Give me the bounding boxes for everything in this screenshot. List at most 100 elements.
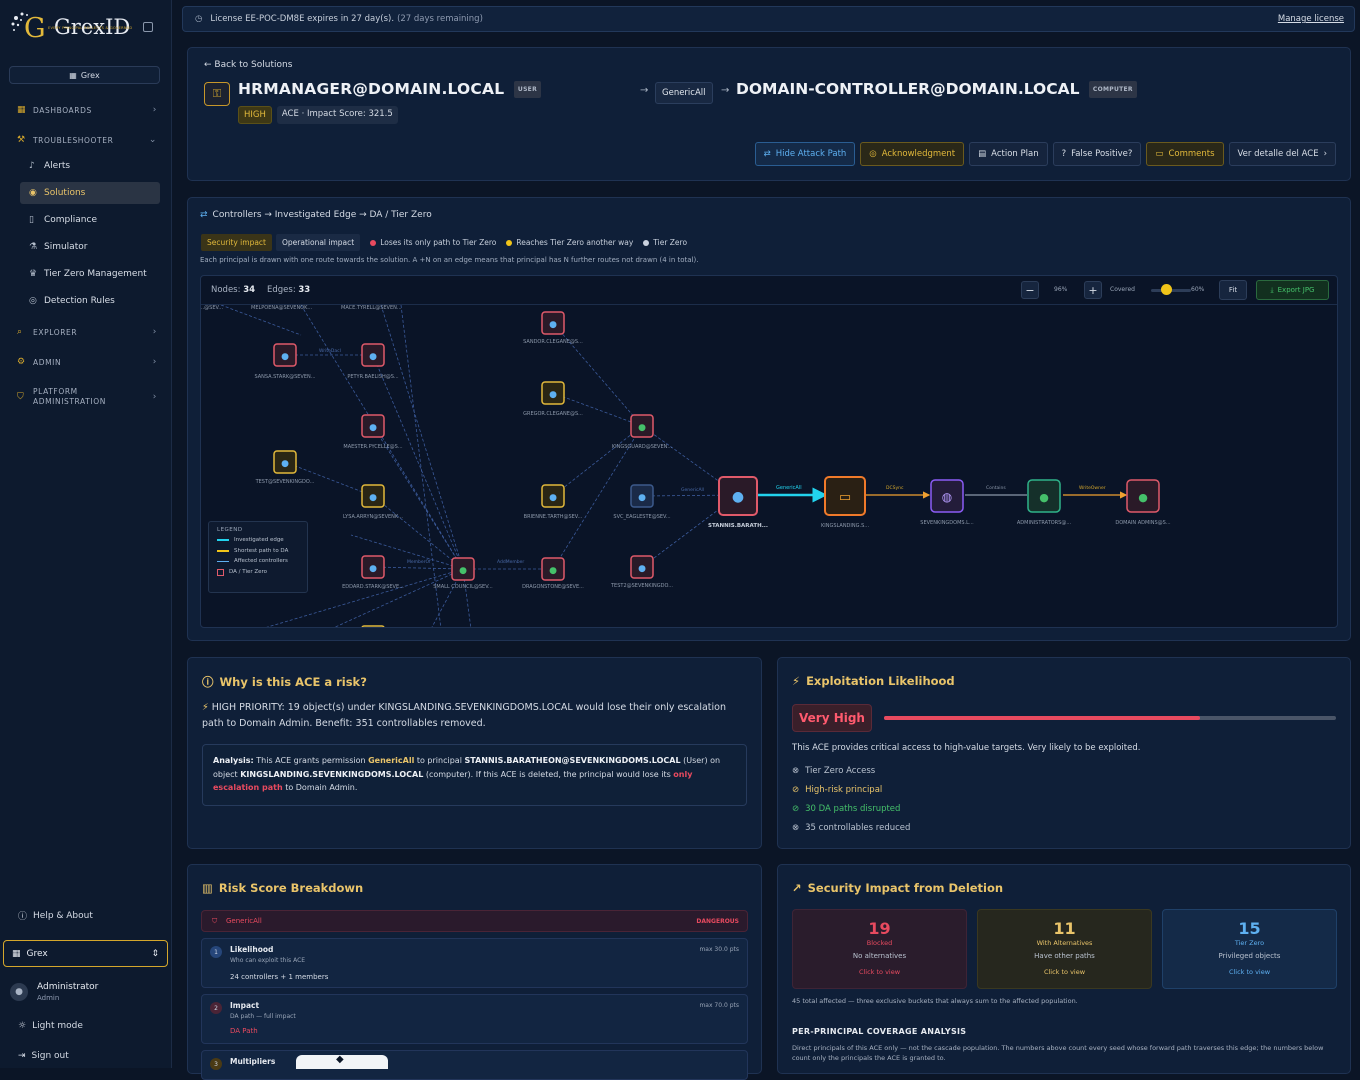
bucket-desc: Have other paths — [1034, 952, 1095, 960]
ace-detail-button[interactable]: Ver detalle del ACE › — [1228, 142, 1336, 166]
node-count: Nodes: 34 — [211, 285, 255, 295]
sidebar-item-tier-zero-management[interactable]: ♛ Tier Zero Management — [20, 263, 160, 285]
back-to-solutions-link[interactable]: ← Back to Solutions — [204, 60, 292, 70]
sidebar-item-alerts[interactable]: ♪ Alerts — [20, 155, 160, 177]
action-plan-button[interactable]: ▤ Action Plan — [969, 142, 1048, 166]
sidebar-item-compliance[interactable]: ▯ Compliance — [20, 209, 160, 231]
row-subtitle: Who can exploit this ACE — [230, 957, 306, 964]
graph-canvas[interactable]: Nodes: 34 Edges: 33 − 96% + Covered 60% … — [200, 275, 1338, 628]
graph-node-domain-admins[interactable]: ● DOMAIN ADMINS@S... — [1115, 479, 1171, 526]
light-mode-toggle[interactable]: ☼ Light mode — [18, 1021, 83, 1031]
row-subtitle: DA path — full impact — [230, 1013, 296, 1020]
tab-security-impact[interactable]: Security impact — [201, 234, 272, 251]
help-about-link[interactable]: ⓘ Help & About — [18, 909, 93, 923]
chevron-right-icon: › — [152, 105, 157, 115]
covered-label: Covered — [1110, 286, 1135, 293]
graph-node-pycelle[interactable]: ● MAESTER.PYCELLE@S... — [343, 414, 403, 450]
manage-license-link[interactable]: Manage license — [1278, 14, 1344, 24]
bucket-link[interactable]: Click to view — [793, 968, 966, 976]
diamond-icon: ◆ — [336, 1054, 344, 1065]
false-positive-button[interactable]: ? False Positive? — [1052, 142, 1142, 166]
nodes-label: Nodes: — [211, 285, 241, 295]
graph-node-stannis[interactable]: ● STANNIS.BARATH... — [708, 476, 768, 529]
nav-section-platform-administration[interactable]: ⛉ PLATFORM ADMINISTRATION › — [17, 387, 157, 407]
step-number: 2 — [210, 1002, 222, 1014]
nav-section-explorer[interactable]: ⌕ EXPLORER › — [17, 327, 157, 337]
likelihood-description: This ACE provides critical access to hig… — [792, 743, 1141, 753]
hide-attack-path-button[interactable]: ⇄ Hide Attack Path — [754, 142, 856, 166]
chevron-down-icon: ⌄ — [148, 135, 157, 145]
export-jpg-button[interactable]: ⤓ Export JPG — [1256, 280, 1329, 300]
graph-node-petyr[interactable]: ● PETYR.BAELISH@S... — [347, 343, 399, 380]
row-max: max 30.0 pts — [699, 946, 739, 953]
graph-node-svc-eagleste[interactable]: ● SVC_EAGLESTE@SEV... — [613, 484, 671, 520]
bucket-blocked[interactable]: 19 Blocked No alternatives Click to view — [792, 909, 967, 989]
row-title: Likelihood — [230, 945, 274, 954]
node-label: TEST2@SEVENKINGDO... — [610, 583, 673, 589]
building-icon: ▦ — [12, 948, 21, 959]
floating-widget[interactable]: ◆ — [296, 1054, 388, 1069]
red-square-icon — [217, 568, 224, 576]
sidebar-item-detection-rules[interactable]: ◎ Detection Rules — [20, 290, 160, 312]
sidebar-item-simulator[interactable]: ⚗ Simulator — [20, 236, 160, 258]
graph-node-test[interactable]: ● TEST@SEVENKINGDO... — [255, 450, 315, 485]
why-risk-title-text: Why is this ACE a risk? — [219, 675, 367, 689]
likelihood-bar-fill — [884, 716, 1201, 720]
graph-node-brienne[interactable]: ● BRIENNE.TARTH@SEV... — [524, 484, 583, 520]
node-label: EDDARD.STARK@SEVE... — [342, 584, 404, 590]
legend-tier-zero: Tier Zero — [643, 238, 687, 247]
user-profile[interactable]: ● Administrator Admin — [10, 982, 98, 1002]
button-label: False Positive? — [1071, 149, 1133, 159]
graph-node-sevenkingdoms[interactable]: ◍ SEVENKINGDOMS.L... — [920, 479, 974, 526]
graph-node-sandor[interactable]: ● SANDOR.CLEGANE@S... — [523, 311, 583, 345]
bucket-link[interactable]: Click to view — [978, 968, 1151, 976]
sidebar-item-solutions[interactable]: ◉ Solutions — [20, 182, 160, 204]
building-icon: ▦ — [69, 70, 77, 80]
tenant-selector[interactable]: ▦ Grex ⇕ — [3, 940, 168, 967]
graph-node-kingslanding[interactable]: ▭ KINGSLANDING.S... — [821, 476, 869, 529]
acknowledgment-button[interactable]: ◎ Acknowledgment — [860, 142, 965, 166]
zoom-out-button[interactable]: − — [1021, 281, 1039, 299]
graph-node-administrators[interactable]: ● ADMINISTRATORS@... — [1017, 479, 1072, 526]
graph-node-dragonstone[interactable]: ● DRAGONSTONE@SEVE... — [522, 557, 584, 590]
legend-investigated-edge: Investigated edge — [217, 537, 299, 543]
exploitation-title: ⚡ Exploitation Likelihood — [792, 674, 955, 688]
sign-out-button[interactable]: ⇥ Sign out — [18, 1051, 69, 1061]
user-info: Administrator Admin — [37, 982, 98, 1002]
check-high-risk: ⊘ High-risk principal — [792, 785, 882, 795]
graph-node-eddard[interactable]: ● EDDARD.STARK@SEVE... — [342, 555, 404, 590]
security-impact-title-text: Security Impact from Deletion — [807, 881, 1004, 895]
risk-score-card: ▥ Risk Score Breakdown ⛉ GenericAll DANGE… — [187, 864, 762, 1080]
bucket-desc: No alternatives — [852, 952, 907, 960]
legend-loses-path: Loses its only path to Tier Zero — [370, 238, 496, 247]
bucket-label: Tier Zero — [1234, 939, 1265, 947]
tenant-badge[interactable]: ▦ Grex — [9, 66, 160, 84]
nav-section-troubleshooter[interactable]: ⚒ TROUBLESHOOTER ⌄ — [17, 135, 157, 145]
nav-section-admin[interactable]: ⚙ ADMIN › — [17, 357, 157, 367]
bucket-tier-zero[interactable]: 15 Tier Zero Privileged objects Click to… — [1162, 909, 1337, 989]
row-title: Impact — [230, 1001, 260, 1010]
comments-button[interactable]: ▭ Comments — [1146, 142, 1224, 166]
bucket-with-alternatives[interactable]: 11 With Alternatives Have other paths Cl… — [977, 909, 1152, 989]
zoom-level: 96% — [1054, 286, 1068, 293]
graph-node-gregor[interactable]: ● GREGOR.CLEGANE@S... — [523, 381, 583, 417]
chevron-right-icon: › — [152, 327, 157, 337]
graph-node-lysa[interactable]: ● LYSA.ARRYN@SEVENK... — [343, 484, 403, 520]
graph-node-sansa[interactable]: ● SANSA.STARK@SEVEN... — [254, 343, 316, 380]
tenant-name: Grex — [26, 948, 48, 959]
node-label: KINGSLANDING.S... — [821, 523, 869, 529]
covered-slider-handle[interactable] — [1161, 284, 1172, 295]
zoom-in-button[interactable]: + — [1084, 281, 1102, 299]
bucket-link[interactable]: Click to view — [1163, 968, 1336, 976]
graph-node-kingsguard[interactable]: ● KINGSGUARD@SEVEN... — [612, 414, 673, 450]
multipliers-row: 3 Multipliers — [201, 1050, 748, 1080]
tab-operational-impact[interactable]: Operational impact — [276, 234, 361, 251]
fit-button[interactable]: Fit — [1219, 280, 1247, 300]
edge-count: Edges: 33 — [267, 285, 310, 295]
nav-section-dashboards[interactable]: ▦ DASHBOARDS › — [17, 105, 157, 115]
target-type-tag: COMPUTER — [1088, 81, 1137, 98]
graph-node-test2[interactable]: ● TEST2@SEVENKINGDO... — [610, 555, 673, 589]
analysis-text: This ACE grants permission — [253, 756, 369, 765]
principal-title: HRMANAGER@DOMAIN.LOCAL USER — [238, 80, 542, 98]
collapse-sidebar-icon[interactable] — [143, 22, 153, 32]
